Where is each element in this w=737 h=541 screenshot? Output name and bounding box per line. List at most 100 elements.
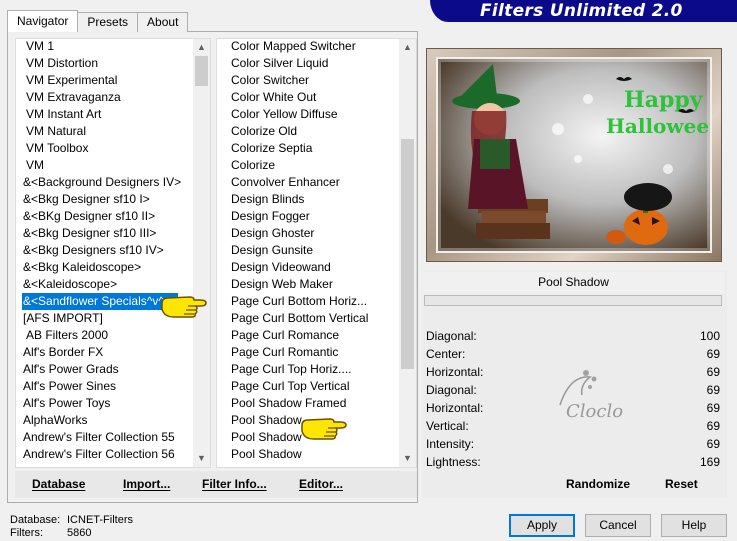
category-item[interactable]: Alf's Border FX <box>16 344 193 361</box>
category-item[interactable]: VM Distortion <box>16 55 193 72</box>
filter-item[interactable]: Color Switcher <box>217 72 399 89</box>
category-item[interactable]: VM <box>16 157 193 174</box>
filters-count-label: Filters: <box>10 527 43 539</box>
filter-item[interactable]: Pool Shadow Framed <box>217 395 399 412</box>
parameter-value: 69 <box>706 383 720 397</box>
parameter-label: Center: <box>426 347 466 361</box>
parameter-row[interactable]: Diagonal: 100 <box>426 327 722 345</box>
category-item[interactable]: VM Instant Art <box>16 106 193 123</box>
filter-item[interactable]: Colorize Septia <box>217 140 399 157</box>
parameter-row[interactable]: Horizontal: 69 <box>426 363 722 381</box>
category-item[interactable]: &<BKg Designer sf10 II> <box>16 208 193 225</box>
tab-strip: Navigator Presets About <box>7 10 189 32</box>
parameter-label: Horizontal: <box>426 401 484 415</box>
progress-bar <box>424 295 722 306</box>
category-item[interactable]: Andrew's Filter Collection 55 <box>16 429 193 446</box>
filter-item[interactable]: Design Ghoster <box>217 225 399 242</box>
help-button[interactable]: Help <box>661 514 727 537</box>
tab-about[interactable]: About <box>137 12 189 32</box>
category-item[interactable]: Alf's Power Grads <box>16 361 193 378</box>
parameter-label: Lightness: <box>426 455 481 469</box>
parameter-row[interactable]: Lightness: 169 <box>426 453 722 471</box>
filter-item[interactable]: Colorize <box>217 157 399 174</box>
apply-button[interactable]: Apply <box>509 514 575 537</box>
parameter-label: Intensity: <box>426 437 475 451</box>
parameter-row[interactable]: Diagonal: 69 <box>426 381 722 399</box>
category-item[interactable]: VM Natural <box>16 123 193 140</box>
scroll-thumb[interactable] <box>195 56 208 86</box>
banner-title: Filters Unlimited 2.0 <box>480 1 683 21</box>
parameter-value: 69 <box>706 419 720 433</box>
category-item-selected[interactable]: &<Sandflower Specials^v^ > <box>22 293 179 310</box>
parameter-label: Vertical: <box>426 419 469 433</box>
parameter-label: Horizontal: <box>426 365 484 379</box>
category-item[interactable]: VM Extravaganza <box>16 89 193 106</box>
category-item[interactable]: &<Background Designers IV> <box>16 174 193 191</box>
category-item[interactable]: AB Filters 2000 <box>16 327 193 344</box>
category-item[interactable]: VM 1 <box>16 39 193 55</box>
filter-item[interactable]: Convolver Enhancer <box>217 174 399 191</box>
database-value: ICNET-Filters <box>67 514 133 526</box>
category-list[interactable]: VM 1 VM Distortion VM Experimental VM Extra… <box>15 38 211 468</box>
category-item[interactable]: VM Experimental <box>16 72 193 89</box>
scroll-down-icon[interactable]: ▼ <box>399 450 416 467</box>
filter-item[interactable]: Page Curl Top Vertical <box>217 378 399 395</box>
filter-item[interactable]: Design Gunsite <box>217 242 399 259</box>
filter-item[interactable]: Color Yellow Diffuse <box>217 106 399 123</box>
import-button[interactable]: Import... <box>123 477 170 491</box>
database-button[interactable]: Database <box>32 477 85 491</box>
pointing-hand-icon <box>301 418 347 440</box>
scroll-up-icon[interactable]: ▲ <box>399 39 416 56</box>
pointing-hand-icon <box>161 296 207 318</box>
parameter-value: 69 <box>706 437 720 451</box>
filter-item[interactable]: Design Web Maker <box>217 276 399 293</box>
scroll-down-icon[interactable]: ▼ <box>193 450 210 467</box>
preview-text-happy: Happy <box>624 87 704 113</box>
category-item[interactable]: Andrew's Filter Collection 56 <box>16 446 193 463</box>
filter-item[interactable]: Design Videowand <box>217 259 399 276</box>
filter-item[interactable]: Design Blinds <box>217 191 399 208</box>
category-item[interactable]: VM Toolbox <box>16 140 193 157</box>
scroll-up-icon[interactable]: ▲ <box>193 39 210 56</box>
category-item[interactable]: Alf's Power Sines <box>16 378 193 395</box>
parameter-list: Diagonal: 100 Center: 69 Horizontal: 69 Diagon… <box>426 327 722 471</box>
parameter-label: Diagonal: <box>426 383 477 397</box>
category-item[interactable]: AlphaWorks <box>16 412 193 429</box>
category-item[interactable]: &<Bkg Designer sf10 III> <box>16 225 193 242</box>
filter-scrollbar[interactable]: ▲ ▼ <box>399 39 416 467</box>
category-item[interactable]: Alf's Power Toys <box>16 395 193 412</box>
category-item[interactable]: &<Bkg Kaleidoscope> <box>16 259 193 276</box>
reset-button[interactable]: Reset <box>665 477 698 491</box>
tab-presets[interactable]: Presets <box>77 12 139 32</box>
tab-navigator[interactable]: Navigator <box>7 10 79 32</box>
category-item[interactable]: &<Bkg Designers sf10 IV> <box>16 242 193 259</box>
filters-count-value: 5860 <box>67 527 92 539</box>
filter-item[interactable]: Page Curl Bottom Horiz... <box>217 293 399 310</box>
filter-item[interactable]: Page Curl Romance <box>217 327 399 344</box>
database-label: Database: <box>10 514 61 526</box>
filter-item[interactable]: Page Curl Top Horiz.... <box>217 361 399 378</box>
parameter-row[interactable]: Intensity: 69 <box>426 435 722 453</box>
filter-item[interactable]: Colorize Old <box>217 123 399 140</box>
category-scrollbar[interactable]: ▲ ▼ <box>193 39 210 467</box>
parameter-value: 69 <box>706 401 720 415</box>
filter-item[interactable]: Page Curl Romantic <box>217 344 399 361</box>
filter-item[interactable]: Page Curl Bottom Vertical <box>217 310 399 327</box>
category-item[interactable]: &<Bkg Designer sf10 I> <box>16 191 193 208</box>
editor-button[interactable]: Editor... <box>299 477 343 491</box>
randomize-button[interactable]: Randomize <box>566 477 630 491</box>
filter-list[interactable]: Color Mapped Switcher Color Silver Liquid… <box>216 38 417 468</box>
parameter-row[interactable]: Center: 69 <box>426 345 722 363</box>
parameter-row[interactable]: Vertical: 69 <box>426 417 722 435</box>
parameter-value: 69 <box>706 347 720 361</box>
filter-item[interactable]: Color Silver Liquid <box>217 55 399 72</box>
parameter-row[interactable]: Horizontal: 69 <box>426 399 722 417</box>
filter-item[interactable]: Color Mapped Switcher <box>217 39 399 55</box>
parameter-value: 169 <box>699 455 720 469</box>
scroll-thumb[interactable] <box>401 139 414 369</box>
cancel-button[interactable]: Cancel <box>585 514 651 537</box>
filter-item[interactable]: Pool Shadow <box>217 446 399 463</box>
filter-item[interactable]: Color White Out <box>217 89 399 106</box>
filter-item[interactable]: Design Fogger <box>217 208 399 225</box>
filter-info-button[interactable]: Filter Info... <box>202 477 267 491</box>
